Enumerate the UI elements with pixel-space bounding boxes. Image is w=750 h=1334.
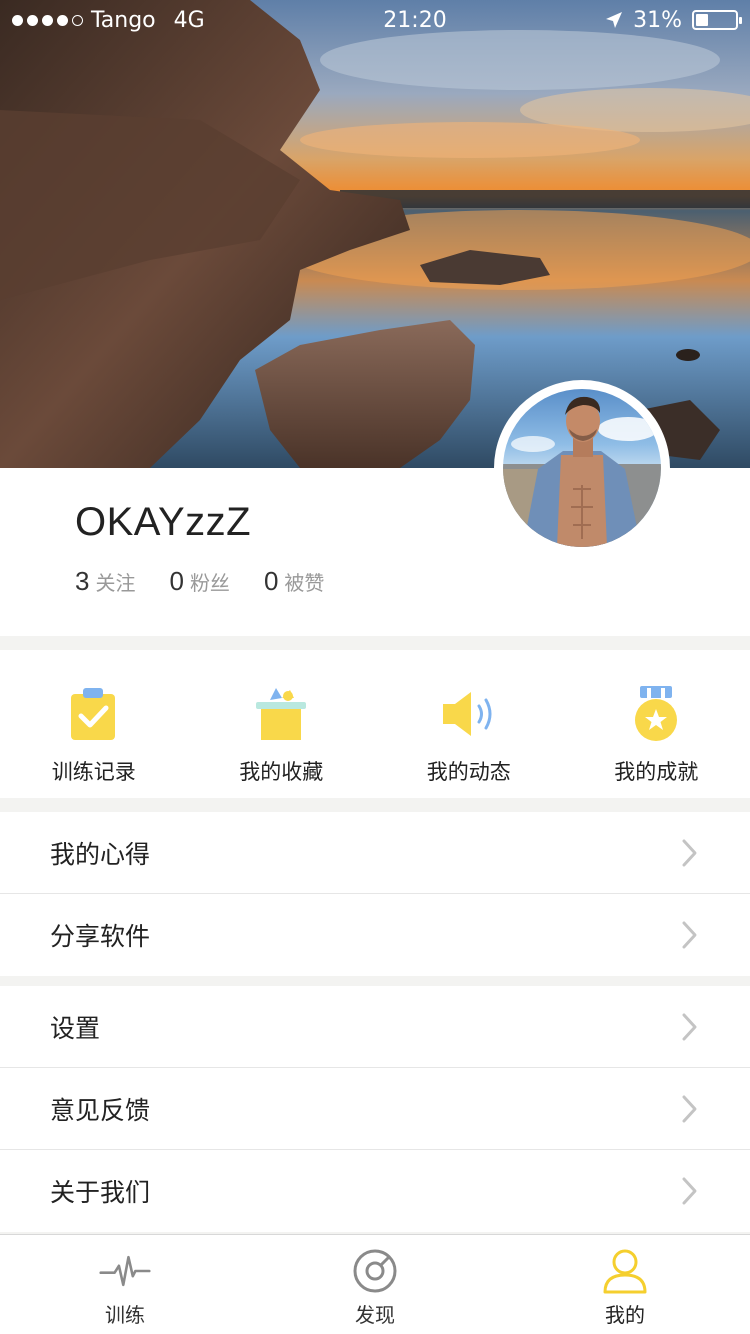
battery-percent: 31% [633, 7, 682, 33]
compass-icon [349, 1247, 401, 1295]
tab-training[interactable]: 训练 [0, 1235, 250, 1334]
menu-item-feedback[interactable]: 意见反馈 [0, 1068, 750, 1150]
quick-label: 我的收藏 [239, 760, 324, 784]
tab-bar: 训练 发现 我的 [0, 1234, 750, 1334]
menu-item-settings[interactable]: 设置 [0, 986, 750, 1068]
chevron-right-icon [682, 921, 697, 949]
menu-label: 意见反馈 [50, 1095, 151, 1125]
avatar[interactable] [503, 389, 661, 547]
gift-box-icon [251, 684, 311, 744]
quick-actions: 训练记录 我的收藏 我的动态 我的成就 [0, 650, 750, 798]
quick-label: 我的动态 [426, 760, 511, 784]
menu-label: 分享软件 [50, 922, 151, 951]
menu-group-secondary: 设置 意见反馈 关于我们 [0, 986, 750, 1232]
stat-label: 关注 [95, 571, 136, 595]
menu-label: 设置 [50, 1013, 101, 1043]
stat-value: 0 [263, 566, 279, 596]
status-left: Tango 4G [12, 8, 312, 33]
menu-label: 关于我们 [50, 1178, 151, 1207]
tab-label: 训练 [105, 1303, 145, 1327]
tab-discover[interactable]: 发现 [250, 1235, 500, 1334]
menu-item-about-us[interactable]: 关于我们 [0, 1150, 750, 1232]
quick-favorites[interactable]: 我的收藏 [188, 650, 376, 798]
stat-likes[interactable]: 0 被赞 [264, 566, 324, 597]
quick-label: 我的成就 [614, 760, 699, 784]
menu-item-notes[interactable]: 我的心得 [0, 812, 750, 894]
carrier-name: Tango [91, 7, 156, 33]
status-bar: Tango 4G 21:20 31% [0, 0, 750, 40]
status-right: 31% [578, 7, 742, 33]
tab-label: 发现 [355, 1303, 395, 1327]
location-arrow-icon [606, 12, 623, 28]
quick-achievements[interactable]: 我的成就 [563, 650, 750, 798]
medal-icon [626, 684, 686, 744]
tab-label: 我的 [605, 1303, 645, 1327]
stat-label: 被赞 [284, 571, 325, 595]
user-icon [599, 1247, 651, 1295]
stat-value: 0 [169, 566, 184, 596]
battery-icon [692, 10, 742, 30]
chevron-right-icon [682, 1177, 697, 1205]
stat-followers[interactable]: 0 粉丝 [169, 566, 229, 597]
menu-item-share-app[interactable]: 分享软件 [0, 894, 750, 976]
chevron-right-icon [682, 1095, 697, 1122]
speaker-icon [439, 684, 499, 744]
clipboard-check-icon [64, 684, 124, 744]
chevron-right-icon [682, 1013, 697, 1040]
quick-training-records[interactable]: 训练记录 [0, 650, 188, 798]
menu-label: 我的心得 [50, 839, 151, 869]
pulse-icon [99, 1247, 151, 1295]
profile-cover-image[interactable]: Tango 4G 21:20 31% [0, 0, 750, 468]
chevron-right-icon [682, 839, 697, 866]
quick-activity[interactable]: 我的动态 [375, 650, 563, 798]
network-type: 4G [173, 7, 205, 33]
cover-landscape [0, 0, 750, 468]
stat-label: 粉丝 [189, 571, 230, 595]
signal-strength-icon [12, 14, 83, 26]
menu-group-primary: 我的心得 分享软件 [0, 812, 750, 976]
profile-stats: 3 关注 0 粉丝 0 被赞 [75, 566, 324, 597]
status-time: 21:20 [383, 7, 447, 33]
tab-me[interactable]: 我的 [500, 1235, 750, 1334]
stat-value: 3 [75, 566, 90, 596]
avatar-photo [503, 396, 661, 547]
stat-following[interactable]: 3 关注 [75, 566, 135, 597]
username: OKAYzzZ [75, 500, 252, 544]
quick-label: 训练记录 [51, 760, 136, 784]
